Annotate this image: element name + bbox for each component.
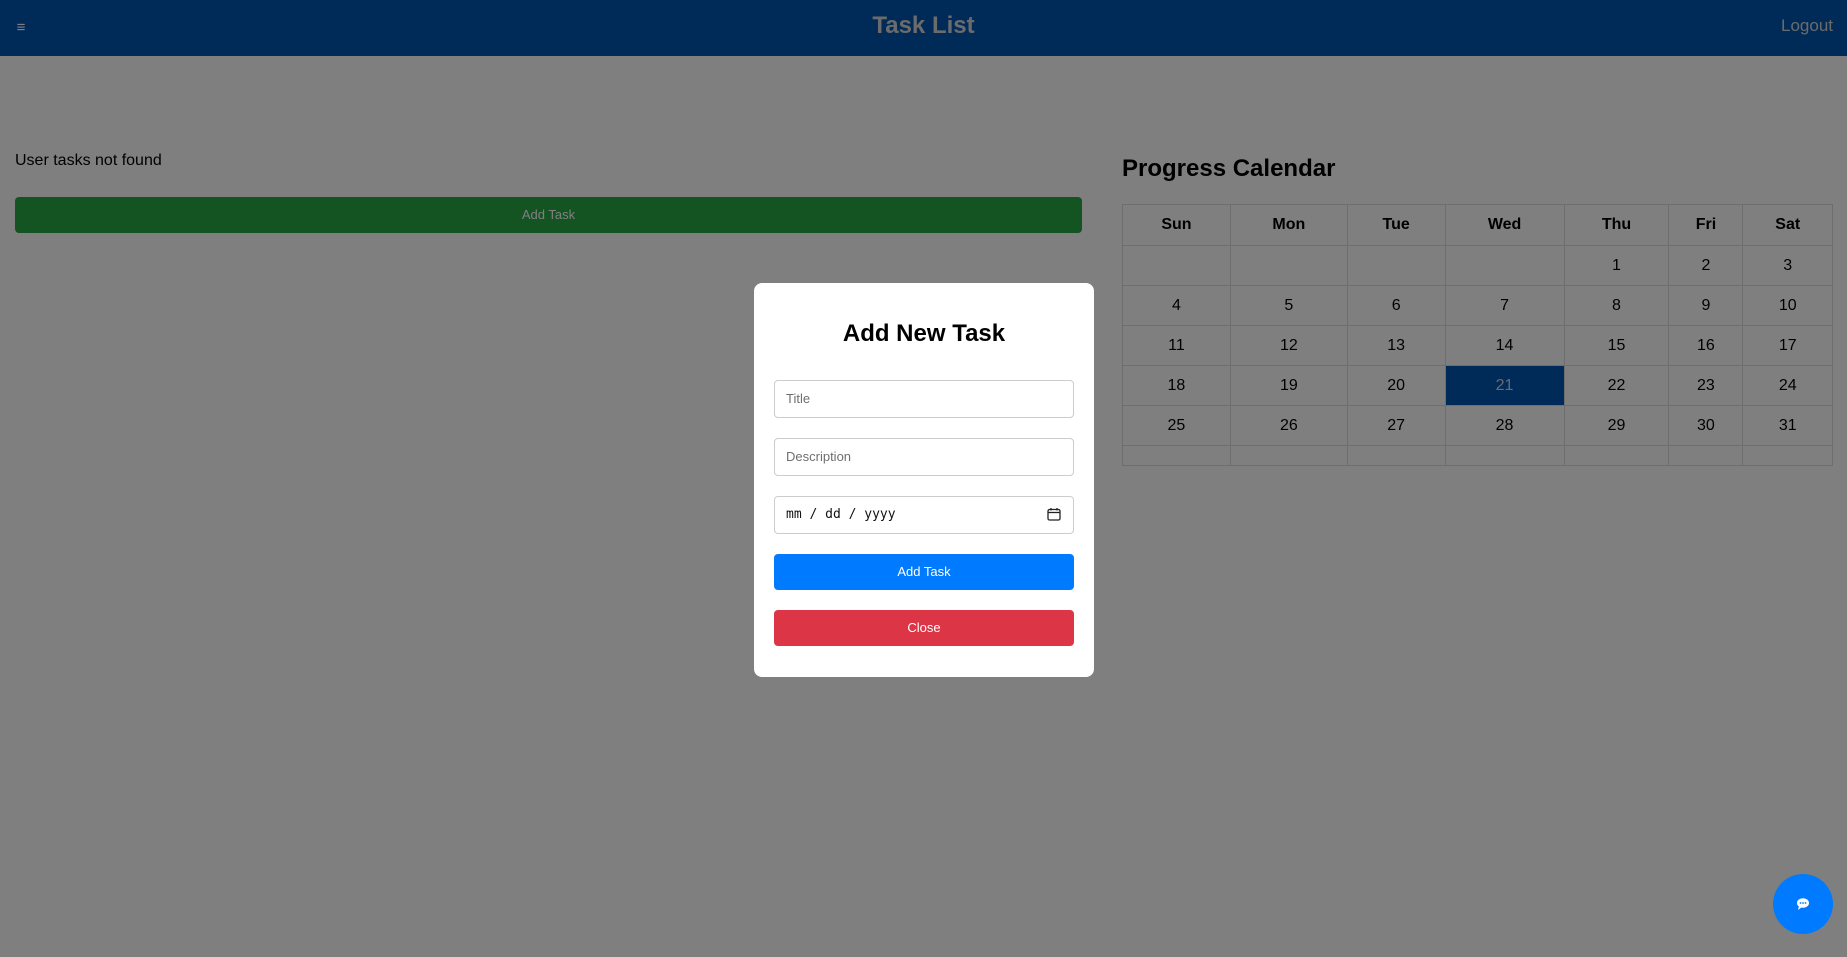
modal-close-button[interactable]: Close: [774, 610, 1074, 646]
add-task-modal: Add New Task Title Description mm / dd /…: [754, 283, 1094, 677]
modal-add-task-button[interactable]: Add Task: [774, 554, 1074, 590]
calendar-icon[interactable]: [1047, 507, 1061, 521]
due-date-input[interactable]: mm / dd / yyyy: [774, 496, 1074, 534]
description-input[interactable]: Description: [774, 438, 1074, 476]
chat-icon: [1797, 898, 1809, 910]
date-placeholder: mm / dd / yyyy: [786, 507, 896, 522]
chat-button[interactable]: [1773, 874, 1833, 934]
title-input[interactable]: Title: [774, 380, 1074, 418]
modal-title: Add New Task: [842, 320, 1006, 347]
